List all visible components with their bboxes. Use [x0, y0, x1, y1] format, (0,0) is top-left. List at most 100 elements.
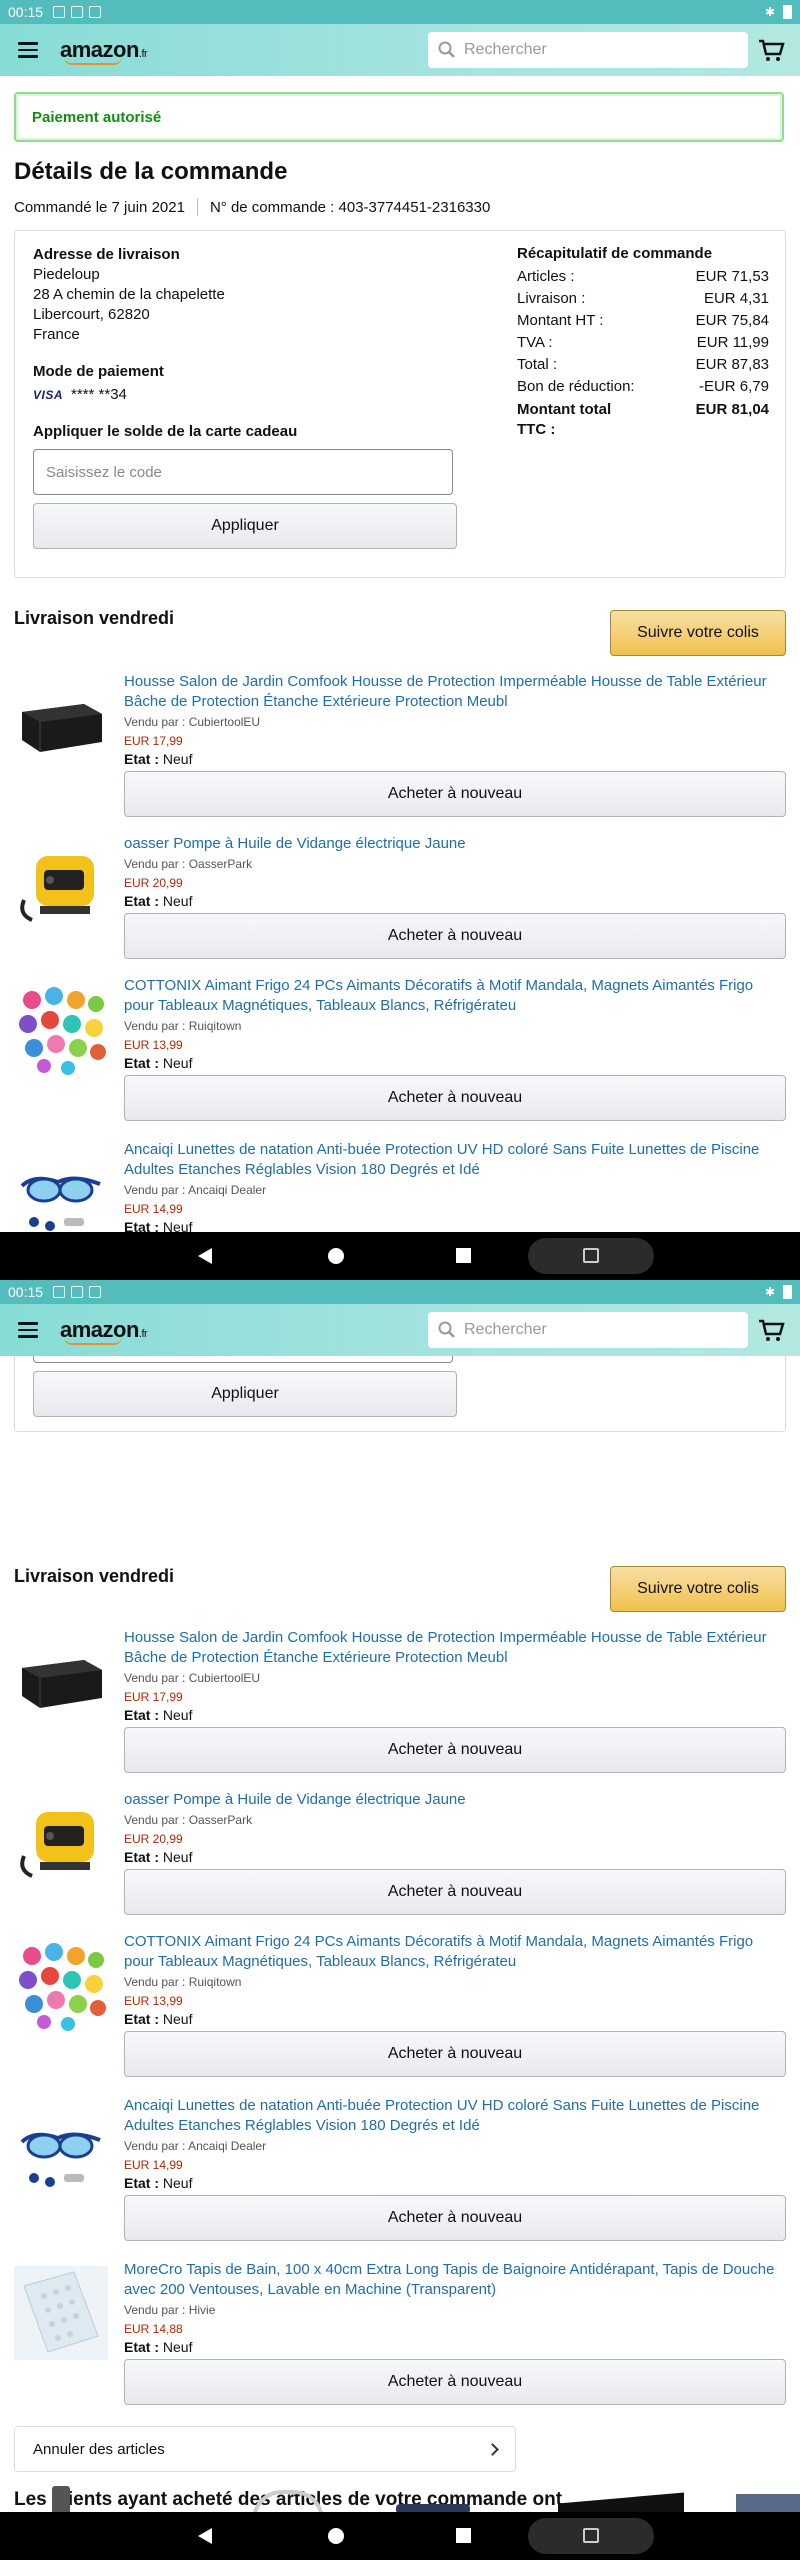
home-icon[interactable] — [328, 1248, 344, 1264]
buy-again-button[interactable]: Acheter à nouveau — [124, 1075, 786, 1121]
gift-code-input[interactable] — [33, 1356, 453, 1363]
item-state: Neuf — [162, 2175, 193, 2191]
summary-label: Montant HT : — [517, 312, 604, 329]
card-number: **** **34 — [71, 386, 127, 403]
summary-value: EUR 11,99 — [696, 334, 769, 351]
recents-icon[interactable] — [456, 2528, 471, 2543]
address-line: 28 A chemin de la chapelette — [33, 286, 225, 303]
item-title[interactable]: Housse Salon de Jardin Comfook Housse de… — [124, 672, 786, 712]
android-nav-bar — [0, 1232, 800, 1280]
cart-icon[interactable] — [756, 1314, 788, 1346]
notification-icons — [53, 1286, 102, 1298]
order-number: N° de commande : 403-3774451-2316330 — [209, 198, 491, 216]
apply-button[interactable]: Appliquer — [33, 503, 457, 549]
item-title[interactable]: Ancaiqi Lunettes de natation Anti-buée P… — [124, 1140, 786, 1180]
search-input[interactable]: Rechercher — [428, 1312, 748, 1348]
bluetooth-icon: ✱ — [764, 5, 775, 19]
item-title[interactable]: oasser Pompe à Huile de Vidange électriq… — [124, 834, 786, 854]
swim-goggles-image[interactable] — [14, 1146, 108, 1232]
home-icon[interactable] — [328, 2528, 344, 2544]
apply-button[interactable]: Appliquer — [33, 1371, 457, 1417]
product-thumbnail[interactable] — [736, 2494, 800, 2512]
keyboard-icon[interactable] — [528, 2518, 654, 2554]
state-label: Etat : — [124, 751, 163, 767]
cancel-items-link[interactable]: Annuler des articles — [14, 2426, 516, 2472]
menu-icon[interactable] — [12, 1314, 44, 1346]
item-price: EUR 20,99 — [124, 876, 183, 890]
fridge-magnets-image[interactable] — [14, 982, 108, 1076]
patio-cover-image[interactable] — [14, 678, 108, 772]
buy-again-button[interactable]: Acheter à nouveau — [124, 2359, 786, 2405]
payment-title: Mode de paiement — [33, 363, 164, 380]
shipping-title: Adresse de livraison — [33, 246, 180, 263]
bath-mat-image[interactable] — [14, 2266, 108, 2360]
item-state: Neuf — [162, 2011, 193, 2027]
item-title[interactable]: MoreCro Tapis de Bain, 100 x 40cm Extra … — [124, 2260, 786, 2300]
order-details-box: Adresse de livraison Piedeloup 28 A chem… — [14, 230, 786, 578]
shipping-address: Adresse de livraison Piedeloup 28 A chem… — [33, 245, 225, 345]
track-package-button[interactable]: Suivre votre colis — [610, 610, 786, 656]
summary-value: EUR 87,83 — [695, 356, 769, 373]
item-seller: Ancaiqi Dealer — [188, 1183, 267, 1197]
app-header: amazon.fr Rechercher — [0, 1304, 800, 1356]
item-state: Neuf — [162, 2339, 193, 2355]
oil-pump-image[interactable] — [14, 1796, 108, 1890]
summary-title: Récapitulatif de commande — [517, 245, 713, 262]
product-thumbnail[interactable] — [558, 2492, 684, 2512]
grand-total-value: EUR 81,04 — [695, 401, 769, 418]
product-thumbnail[interactable] — [52, 2486, 70, 2512]
gift-card-title: Appliquer le solde de la carte cadeau — [33, 423, 298, 440]
item-seller: CubiertoolEU — [188, 715, 261, 729]
screen-bottom: 00:15 ✱ amazon.fr Rechercher Appliquer L… — [0, 1280, 800, 2560]
search-icon — [438, 1321, 455, 1338]
fridge-magnets-image[interactable] — [14, 1938, 108, 2032]
buy-again-button[interactable]: Acheter à nouveau — [124, 2195, 786, 2241]
summary-value: EUR 71,53 — [695, 268, 769, 285]
track-package-button[interactable]: Suivre votre colis — [610, 1566, 786, 1612]
menu-icon[interactable] — [12, 34, 44, 66]
item-title[interactable]: COTTONIX Aimant Frigo 24 PCs Aimants Déc… — [124, 976, 786, 1016]
cart-icon[interactable] — [756, 34, 788, 66]
buy-again-button[interactable]: Acheter à nouveau — [124, 2031, 786, 2077]
buy-again-button[interactable]: Acheter à nouveau — [124, 1869, 786, 1915]
status-bar: 00:15 ✱ — [0, 0, 800, 24]
gift-code-input[interactable]: Saisissez le code — [33, 449, 453, 495]
screen-top: 00:15 ✱ amazon.fr Rechercher Paiement au… — [0, 0, 800, 1280]
summary-label: TVA : — [517, 334, 553, 351]
buy-again-button[interactable]: Acheter à nouveau — [124, 1727, 786, 1773]
item-price: EUR 17,99 — [124, 1690, 183, 1704]
item-title[interactable]: Ancaiqi Lunettes de natation Anti-buée P… — [124, 2096, 786, 2136]
bluetooth-icon: ✱ — [764, 1285, 775, 1299]
delivery-title: Livraison vendredi — [14, 1566, 175, 1586]
back-icon[interactable] — [198, 2528, 212, 2544]
search-input[interactable]: Rechercher — [428, 32, 748, 68]
product-thumbnail[interactable] — [396, 2504, 470, 2512]
recommendations-carousel[interactable] — [0, 2476, 800, 2512]
sold-by-label: Vendu par : — [124, 1671, 189, 1685]
buy-again-button[interactable]: Acheter à nouveau — [124, 771, 786, 817]
search-icon — [438, 41, 455, 58]
patio-cover-image[interactable] — [14, 1634, 108, 1728]
grand-total-label: Montant total TTC : — [517, 401, 612, 438]
order-details-box: Appliquer — [14, 1356, 786, 1432]
recents-icon[interactable] — [456, 1248, 471, 1263]
oil-pump-image[interactable] — [14, 840, 108, 934]
amazon-logo[interactable]: amazon.fr — [60, 34, 148, 66]
state-label: Etat : — [124, 893, 163, 909]
item-title[interactable]: oasser Pompe à Huile de Vidange électriq… — [124, 1790, 786, 1810]
item-seller: OasserPark — [188, 1813, 253, 1827]
swim-goggles-image[interactable] — [14, 2102, 108, 2196]
order-details-content: Paiement autorisé Détails de la commande… — [0, 76, 800, 1232]
item-title[interactable]: COTTONIX Aimant Frigo 24 PCs Aimants Déc… — [124, 1932, 786, 1972]
item-title[interactable]: Housse Salon de Jardin Comfook Housse de… — [124, 1628, 786, 1668]
product-thumbnail[interactable] — [252, 2490, 324, 2512]
buy-again-button[interactable]: Acheter à nouveau — [124, 913, 786, 959]
back-icon[interactable] — [198, 1248, 212, 1264]
keyboard-icon[interactable] — [528, 1238, 654, 1274]
sold-by-label: Vendu par : — [124, 2139, 189, 2153]
amazon-logo[interactable]: amazon.fr — [60, 1314, 148, 1346]
item-price: EUR 17,99 — [124, 734, 183, 748]
item-seller: Hivie — [188, 2303, 216, 2317]
sold-by-label: Vendu par : — [124, 1183, 189, 1197]
state-label: Etat : — [124, 1219, 163, 1232]
